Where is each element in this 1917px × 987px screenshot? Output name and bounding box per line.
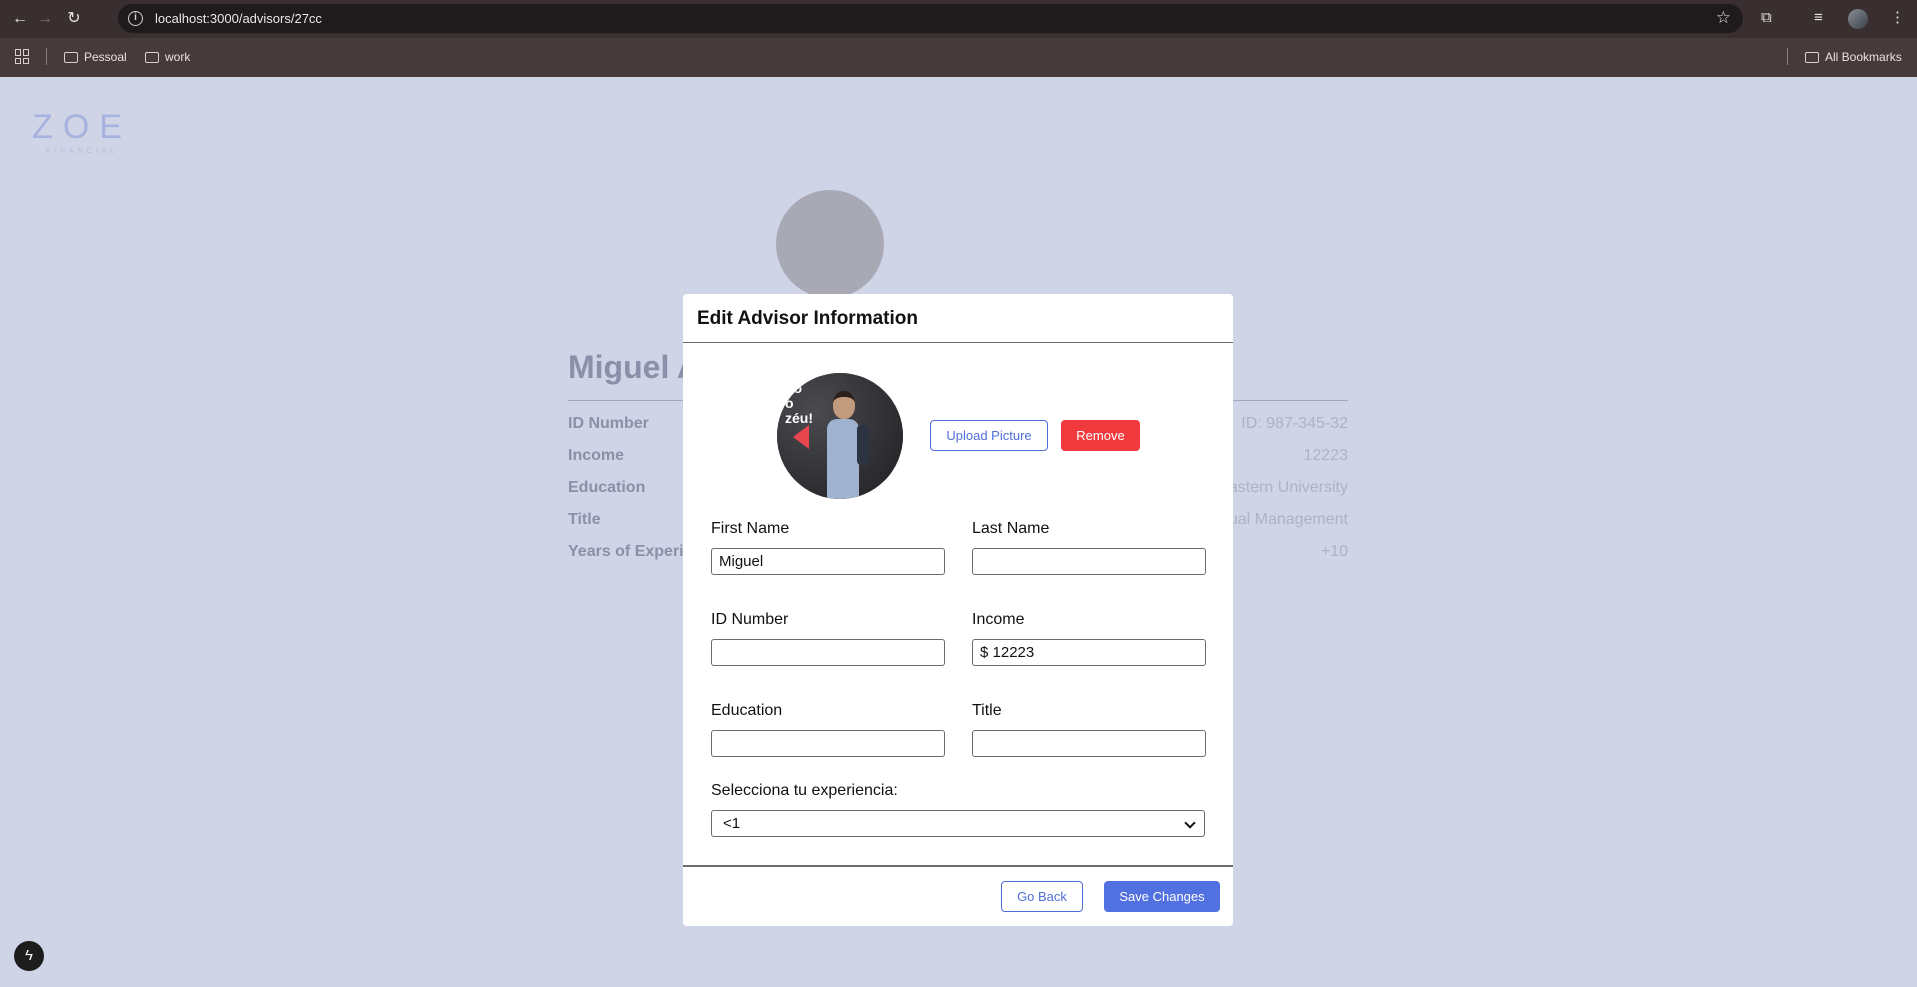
extensions-icon[interactable]: ⧉ [1761,8,1772,28]
advisor-page: ZOE FINANCIAL Miguel A ID Number ID: 987… [0,77,1917,987]
media-controls-icon[interactable]: ≡ [1814,8,1823,28]
detail-value-experience: +10 [1320,543,1348,560]
forward-arrow-icon[interactable]: → [34,8,56,30]
photo-text: no o zéu! [785,380,813,426]
address-bar[interactable]: i localhost:3000/advisors/27cc ☆ [118,4,1743,33]
logo-subtitle: FINANCIAL [45,148,119,155]
income-field[interactable] [972,639,1206,666]
detail-value-education: astern University [1228,479,1348,496]
id-number-field[interactable] [711,639,945,666]
detail-label-education: Education [568,479,646,496]
remove-picture-button[interactable]: Remove [1061,420,1140,451]
experience-label: Selecciona tu experiencia: [711,782,898,799]
bookmark-work[interactable]: work [145,50,190,64]
upload-picture-button[interactable]: Upload Picture [930,420,1048,451]
bookmark-label: Pessoal [84,50,127,64]
education-field[interactable] [711,730,945,757]
back-arrow-icon[interactable]: ← [9,8,31,30]
title-label: Title [972,702,1002,719]
id-number-label: ID Number [711,611,789,628]
zoe-logo[interactable]: ZOE FINANCIAL [32,110,132,155]
menu-dots-icon[interactable]: ⋮ [1890,8,1905,28]
folder-icon [64,51,78,63]
logo-word: ZOE [32,108,132,146]
advisor-name: Miguel A [568,349,701,385]
detail-label-experience: Years of Experi [568,543,684,560]
chevron-down-icon [1184,817,1196,829]
edit-advisor-modal: Edit Advisor Information no o zéu! Uploa… [683,294,1233,926]
advisor-avatar [776,190,884,298]
last-name-label: Last Name [972,520,1050,537]
detail-value-id: ID: 987-345-32 [1241,415,1348,432]
education-label: Education [711,702,783,719]
bookmark-label: work [165,50,191,64]
bolt-icon[interactable]: ϟ [14,941,44,971]
folder-icon [145,51,159,63]
all-bookmarks[interactable]: All Bookmarks [1805,50,1902,64]
save-changes-button[interactable]: Save Changes [1104,881,1220,912]
bookmarks-divider [1787,48,1788,65]
bookmark-pessoal[interactable]: Pessoal [64,50,127,64]
detail-label-id: ID Number [568,415,649,432]
all-bookmarks-label: All Bookmarks [1825,50,1902,64]
title-field[interactable] [972,730,1206,757]
advisor-photo: no o zéu! [777,373,903,499]
folder-icon [1805,51,1819,63]
url-text: localhost:3000/advisors/27cc [155,11,322,26]
modal-title: Edit Advisor Information [697,308,918,329]
apps-grid-icon[interactable] [15,49,30,64]
detail-value-income: 12223 [1303,447,1349,464]
reload-icon[interactable]: ↻ [63,8,85,30]
detail-value-title: ual Management [1228,511,1348,528]
bookmark-star-icon[interactable]: ☆ [1716,8,1731,28]
detail-label-title: Title [568,511,601,528]
modal-header: Edit Advisor Information [683,294,1233,343]
detail-label-income: Income [568,447,625,464]
income-label: Income [972,611,1025,628]
bookmarks-divider [46,48,47,65]
bookmarks-bar [0,38,1917,77]
go-back-button[interactable]: Go Back [1001,881,1083,912]
experience-select[interactable]: <1 [711,810,1205,837]
first-name-label: First Name [711,520,790,537]
last-name-field[interactable] [972,548,1206,575]
footer-divider [683,865,1233,867]
browser-toolbar: ← → ↻ i localhost:3000/advisors/27cc ☆ ⧉… [0,0,1917,38]
profile-avatar[interactable] [1848,9,1868,29]
site-info-icon[interactable]: i [128,11,143,26]
experience-selected-value: <1 [723,815,741,832]
first-name-field[interactable] [711,548,945,575]
